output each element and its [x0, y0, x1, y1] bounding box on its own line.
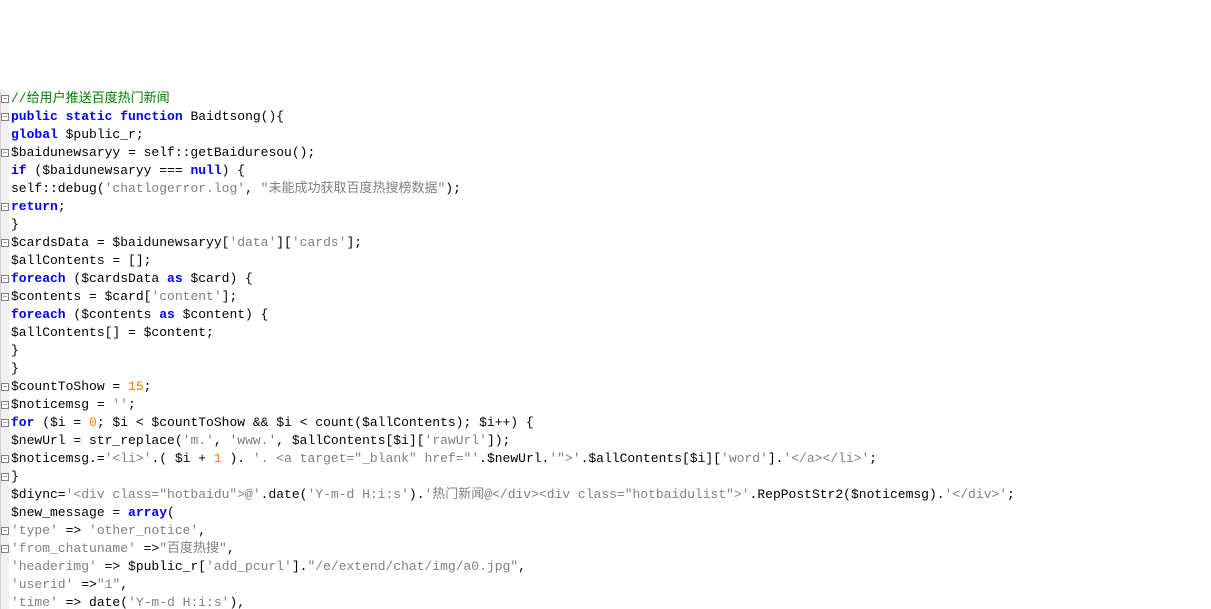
fold-minus-icon[interactable]: −	[1, 239, 9, 247]
fold-minus-icon[interactable]: −	[1, 455, 9, 463]
fold-minus-icon[interactable]: −	[1, 95, 9, 103]
code-line[interactable]: 'from_chatuname' =>"百度热搜",	[11, 540, 1015, 558]
code-line[interactable]: 'type' => 'other_notice',	[11, 522, 1015, 540]
code-line[interactable]: for ($i = 0; $i < $countToShow && $i < c…	[11, 414, 1015, 432]
fold-minus-icon[interactable]: −	[1, 383, 9, 391]
fold-minus-icon[interactable]: −	[1, 419, 9, 427]
fold-minus-icon[interactable]: −	[1, 293, 9, 301]
code-editor[interactable]: //给用户推送百度热门新闻public static function Baid…	[0, 90, 1211, 609]
code-line[interactable]: $cardsData = $baidunewsaryy['data']['car…	[11, 234, 1015, 252]
code-line[interactable]: $new_message = array(	[11, 504, 1015, 522]
fold-minus-icon[interactable]: −	[1, 527, 9, 535]
code-line[interactable]: }	[11, 468, 1015, 486]
code-line[interactable]: foreach ($cardsData as $card) {	[11, 270, 1015, 288]
code-area[interactable]: //给用户推送百度热门新闻public static function Baid…	[11, 90, 1015, 609]
code-line[interactable]: foreach ($contents as $content) {	[11, 306, 1015, 324]
code-line[interactable]: }	[11, 360, 1015, 378]
code-line[interactable]: //给用户推送百度热门新闻	[11, 90, 1015, 108]
code-line[interactable]: $baidunewsaryy = self::getBaiduresou();	[11, 144, 1015, 162]
code-line[interactable]: $allContents = [];	[11, 252, 1015, 270]
fold-minus-icon[interactable]: −	[1, 203, 9, 211]
code-line[interactable]: public static function Baidtsong(){	[11, 108, 1015, 126]
code-line[interactable]: return;	[11, 198, 1015, 216]
code-line[interactable]: 'headerimg' => $public_r['add_pcurl']."/…	[11, 558, 1015, 576]
code-line[interactable]: $diync='<div class="hotbaidu">@'.date('Y…	[11, 486, 1015, 504]
fold-minus-icon[interactable]: −	[1, 149, 9, 157]
code-line[interactable]: $allContents[] = $content;	[11, 324, 1015, 342]
fold-minus-icon[interactable]: −	[1, 473, 9, 481]
code-line[interactable]: 'time' => date('Y-m-d H:i:s'),	[11, 594, 1015, 609]
code-line[interactable]: }	[11, 342, 1015, 360]
fold-minus-icon[interactable]: −	[1, 275, 9, 283]
code-line[interactable]: }	[11, 216, 1015, 234]
code-line[interactable]: self::debug('chatlogerror.log', "未能成功获取百…	[11, 180, 1015, 198]
code-line[interactable]: $contents = $card['content'];	[11, 288, 1015, 306]
code-line[interactable]: $noticemsg = '';	[11, 396, 1015, 414]
code-line[interactable]: if ($baidunewsaryy === null) {	[11, 162, 1015, 180]
fold-minus-icon[interactable]: −	[1, 545, 9, 553]
fold-minus-icon[interactable]: −	[1, 401, 9, 409]
code-line[interactable]: global $public_r;	[11, 126, 1015, 144]
code-line[interactable]: $countToShow = 15;	[11, 378, 1015, 396]
code-line[interactable]: $noticemsg.='<li>'.( $i + 1 ). '. <a tar…	[11, 450, 1015, 468]
code-line[interactable]: $newUrl = str_replace('m.', 'www.', $all…	[11, 432, 1015, 450]
code-line[interactable]: 'userid' =>"1",	[11, 576, 1015, 594]
fold-minus-icon[interactable]: −	[1, 113, 9, 121]
